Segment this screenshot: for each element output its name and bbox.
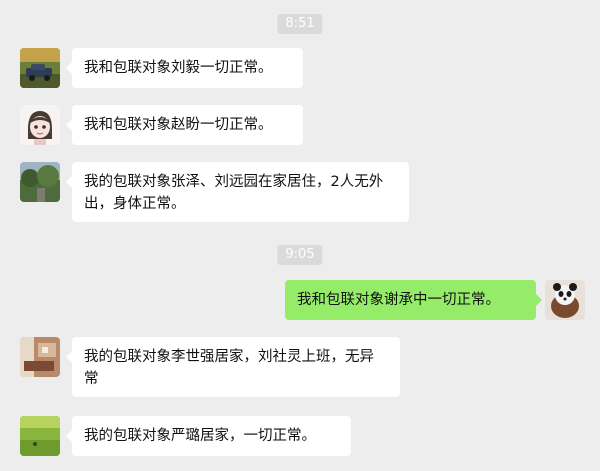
- message-bubble-self[interactable]: 我和包联对象谢承中一切正常。: [285, 280, 542, 320]
- avatar-car-photo-icon[interactable]: [20, 48, 60, 88]
- message-bubble[interactable]: 我和包联对象赵盼一切正常。: [66, 105, 303, 145]
- message-text: 我的包联对象张泽、刘远园在家居住，2人无外出，身体正常。: [84, 174, 384, 212]
- message-bubble[interactable]: 我和包联对象刘毅一切正常。: [66, 48, 303, 88]
- message-bubble[interactable]: 我的包联对象严璐居家，一切正常。: [66, 416, 351, 456]
- message-text: 我和包联对象刘毅一切正常。: [84, 60, 273, 76]
- message-text: 我和包联对象谢承中一切正常。: [297, 292, 500, 308]
- avatar-trees-photo-icon[interactable]: [20, 162, 60, 202]
- avatar-grass-photo-icon[interactable]: [20, 416, 60, 456]
- message-text: 我和包联对象赵盼一切正常。: [84, 117, 273, 133]
- avatar-cartoon-girl-icon[interactable]: [20, 105, 60, 145]
- message-bubble[interactable]: 我的包联对象李世强居家，刘社灵上班，无异常: [66, 337, 400, 397]
- timestamp: 9:05: [277, 245, 323, 265]
- message-text: 我的包联对象李世强居家，刘社灵上班，无异常: [84, 349, 374, 387]
- timestamp: 8:51: [277, 14, 323, 34]
- message-bubble[interactable]: 我的包联对象张泽、刘远园在家居住，2人无外出，身体正常。: [66, 162, 409, 222]
- avatar-panda-photo-icon[interactable]: [545, 280, 585, 320]
- avatar-room-photo-icon[interactable]: [20, 337, 60, 377]
- message-text: 我的包联对象严璐居家，一切正常。: [84, 428, 316, 444]
